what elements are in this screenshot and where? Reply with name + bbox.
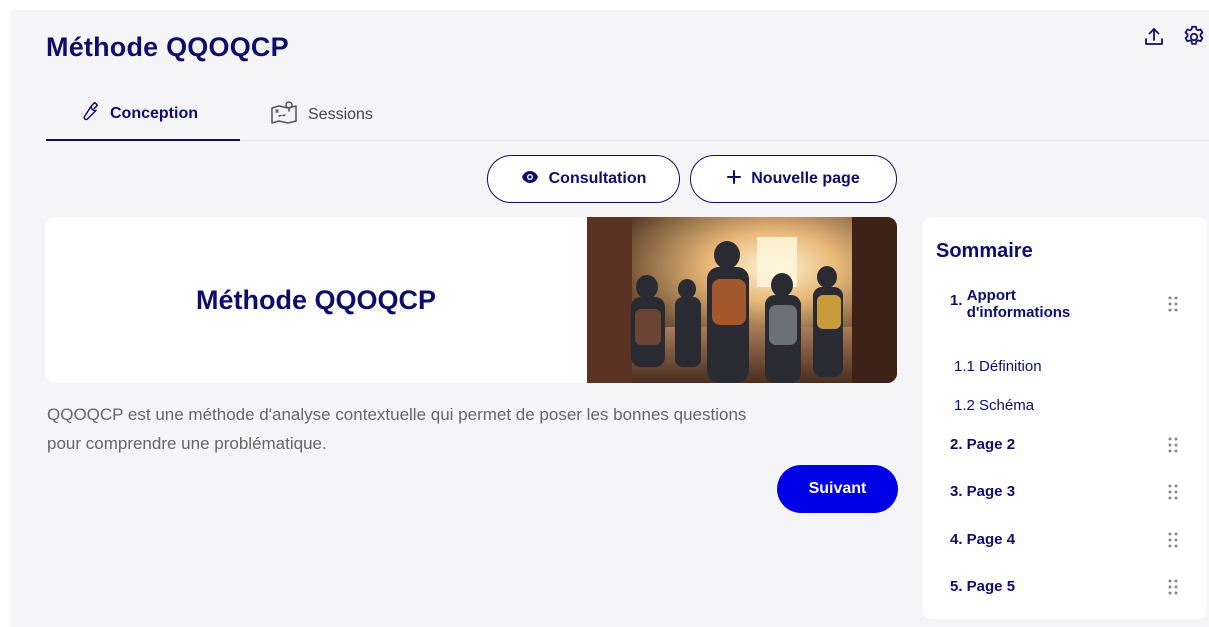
drag-handle-icon[interactable] [1166, 531, 1180, 549]
summary-subitem[interactable]: 1.1 Définition [954, 358, 1042, 375]
summary-item-label-line: Apport [966, 287, 1016, 304]
summary-panel: Sommaire 1. Apport d'informations 1.1 Dé… [922, 217, 1207, 619]
page-title: Méthode QQOQCP [46, 32, 289, 62]
page-description: QQOQCP est une méthode d'analyse context… [47, 400, 897, 458]
summary-item-label: Apport d'informations [967, 287, 1071, 321]
page-hero-card: Méthode QQOQCP [45, 217, 897, 383]
summary-title: Sommaire [936, 240, 1033, 262]
next-button[interactable]: Suivant [777, 465, 898, 513]
tab-conception-label: Conception [110, 104, 198, 122]
summary-item-2[interactable]: 2. Page 2 [950, 436, 1180, 453]
wrench-icon [78, 100, 100, 127]
tab-sessions[interactable]: Sessions [270, 88, 373, 141]
summary-item-label: 5. Page 5 [950, 578, 1016, 595]
summary-item-5[interactable]: 5. Page 5 [950, 578, 1180, 595]
description-line: QQOQCP est une méthode d'analyse context… [47, 405, 747, 424]
upload-icon[interactable] [1141, 24, 1167, 50]
hero-image [587, 217, 897, 383]
map-icon [270, 100, 298, 129]
description-line: pour comprendre une problématique. [47, 434, 327, 453]
plus-icon [727, 169, 742, 189]
summary-item-1[interactable]: 1. Apport d'informations [950, 287, 1180, 321]
consultation-label: Consultation [548, 170, 647, 187]
consultation-button[interactable]: Consultation [487, 155, 680, 203]
top-actions [1141, 24, 1207, 50]
summary-item-label: 4. Page 4 [950, 531, 1016, 548]
drag-handle-icon[interactable] [1166, 436, 1180, 454]
new-page-button[interactable]: Nouvelle page [690, 155, 897, 203]
summary-subitem[interactable]: 1.2 Schéma [954, 397, 1034, 414]
tab-conception[interactable]: Conception [46, 88, 240, 141]
tab-bar: Conception Sessions [46, 88, 1209, 141]
summary-item-label-line: d'informations [966, 304, 1071, 321]
app-window: Méthode QQOQCP Conception Sessions Consu… [10, 10, 1209, 627]
eye-icon [521, 170, 539, 189]
summary-item-label: 2. Page 2 [950, 436, 1016, 453]
gear-icon[interactable] [1181, 24, 1207, 50]
tab-sessions-label: Sessions [308, 105, 373, 123]
hero-title: Méthode QQOQCP [195, 284, 436, 315]
summary-item-4[interactable]: 4. Page 4 [950, 531, 1180, 548]
drag-handle-icon[interactable] [1166, 483, 1180, 501]
new-page-label: Nouvelle page [751, 170, 860, 187]
summary-item-number: 1. [950, 292, 963, 309]
summary-item-label: 3. Page 3 [950, 483, 1016, 500]
drag-handle-icon[interactable] [1166, 578, 1180, 596]
drag-handle-icon[interactable] [1166, 295, 1180, 313]
summary-item-3[interactable]: 3. Page 3 [950, 483, 1180, 500]
